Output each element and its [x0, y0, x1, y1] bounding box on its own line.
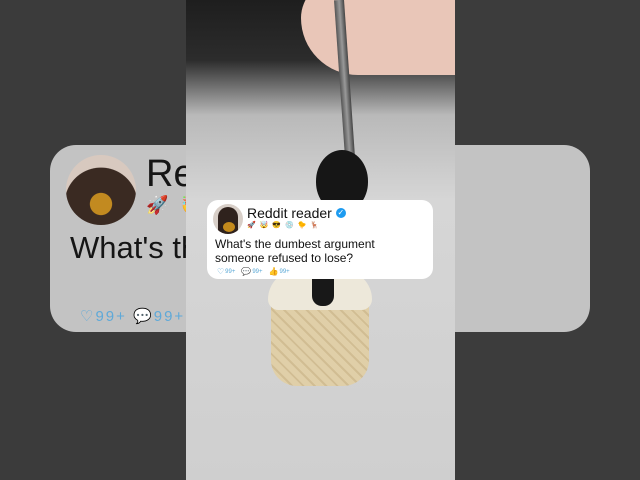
blurred-reactions: ♡99+ 💬99+ — [80, 308, 186, 325]
thumbs-up-count: 99+ — [279, 268, 290, 275]
verified-check-icon: ✓ — [335, 208, 346, 218]
sunflower-icon — [223, 222, 235, 232]
question-text: What's the dumbest argument someone refu… — [215, 237, 375, 265]
heart-icon: ♡ — [217, 267, 225, 276]
thumbs-up-icon: 👍 — [268, 267, 279, 276]
reaction-bar: ♡ 99+ 💬 99+ 👍 99+ — [217, 267, 290, 276]
emoji-row: 🚀 🤯 😎 💿 🐤 🦌 — [247, 222, 321, 229]
author-row: Reddit reader ✓ — [247, 204, 346, 222]
thumbs-up-button[interactable]: 👍 99+ — [269, 267, 290, 276]
comment-count: 99+ — [252, 268, 263, 275]
comment-icon: 💬 — [241, 267, 252, 276]
avatar — [213, 204, 243, 234]
post-card[interactable]: Reddit reader ✓ 🚀 🤯 😎 💿 🐤 🦌 What's the d… — [207, 200, 433, 279]
hand-image — [301, 0, 455, 75]
blurred-avatar — [66, 155, 136, 225]
author-name: Reddit reader — [247, 205, 332, 221]
like-button[interactable]: ♡ 99+ — [217, 267, 235, 276]
comment-button[interactable]: 💬 99+ — [241, 267, 262, 276]
like-count: 99+ — [225, 268, 236, 275]
